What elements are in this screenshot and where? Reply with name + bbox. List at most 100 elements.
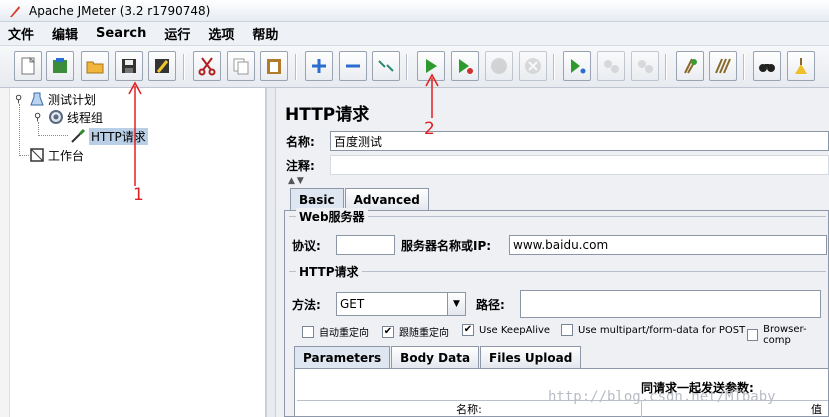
copy-button[interactable]	[227, 51, 255, 81]
remote-shutdown-icon	[638, 60, 653, 73]
annotation-arrow-2	[425, 73, 439, 118]
collapse-button[interactable]	[339, 51, 367, 81]
remote-stop-button[interactable]	[597, 51, 625, 81]
path-field[interactable]	[520, 290, 821, 318]
remote-shutdown-button[interactable]	[631, 51, 659, 81]
tree-expander[interactable]: ⚲	[34, 113, 42, 123]
option-label: Browser-comp	[763, 324, 807, 346]
collapse-icon	[346, 64, 360, 68]
reset-search-button[interactable]	[787, 51, 815, 81]
cut-button[interactable]	[193, 51, 221, 81]
search-icon	[759, 64, 775, 72]
stop-button[interactable]	[485, 51, 513, 81]
shutdown-icon	[525, 58, 541, 74]
method-label: 方法:	[292, 297, 321, 312]
menu-run[interactable]: 运行	[162, 22, 192, 45]
tab-files-upload[interactable]: Files Upload	[480, 346, 582, 368]
clear-all-button[interactable]	[709, 51, 737, 81]
paste-button[interactable]	[260, 51, 288, 81]
menu-bar: 文件 编辑 Search 运行 选项 帮助	[0, 22, 829, 46]
menu-search[interactable]: Search	[94, 24, 148, 43]
copy-icon	[233, 58, 249, 75]
split-pane-divider[interactable]	[266, 88, 276, 417]
new-icon	[21, 56, 36, 75]
option-browser-compat[interactable]: Browser-comp	[747, 324, 828, 346]
collapse-handle[interactable]: ▲▼	[288, 176, 306, 186]
name-field[interactable]: 百度测试	[330, 131, 829, 151]
save-button[interactable]	[115, 51, 143, 81]
new-button[interactable]	[14, 51, 42, 81]
server-field[interactable]: www.baidu.com	[509, 235, 827, 255]
clear-icon	[684, 58, 697, 74]
option-label: Use KeepAlive	[479, 324, 551, 336]
save-screenshot-button[interactable]	[148, 51, 176, 81]
annotation-number-1: 1	[133, 185, 144, 205]
server-label: 服务器名称或IP:	[401, 238, 492, 253]
toggle-icon	[378, 60, 394, 72]
tree-item-label: 工作台	[48, 148, 85, 163]
name-label: 名称:	[286, 134, 315, 149]
option-auto-redirect[interactable]: 自动重定向	[302, 324, 369, 339]
tree-expander[interactable]: ⚲	[15, 95, 23, 105]
title-bar: Apache JMeter (3.2 r1790748)	[0, 0, 829, 22]
tree-item-label: 测试计划	[48, 92, 97, 107]
test-plan-icon	[29, 91, 45, 107]
remote-stop-icon	[604, 60, 619, 73]
tree-scrollbar[interactable]	[0, 88, 10, 417]
tab-basic[interactable]: Basic	[290, 188, 344, 210]
checkbox[interactable]	[302, 325, 314, 338]
templates-icon	[53, 58, 67, 73]
stop-icon	[491, 58, 507, 74]
toggle-button[interactable]	[372, 51, 400, 81]
tab-body-data[interactable]: Body Data	[391, 346, 480, 368]
chevron-down-icon: ▼	[453, 299, 460, 309]
clear-button[interactable]	[676, 51, 704, 81]
tree-item-workbench[interactable]: 工作台	[29, 146, 84, 164]
option-label: 跟随重定向	[399, 328, 449, 339]
start-no-pause-button[interactable]	[451, 51, 479, 81]
parameter-tabs: Parameters Body Data Files Upload	[294, 346, 582, 368]
templates-button[interactable]	[46, 51, 74, 81]
tab-advanced[interactable]: Advanced	[344, 188, 429, 210]
checkbox[interactable]: ✔	[382, 325, 394, 338]
method-dropdown-button[interactable]: ▼	[448, 292, 466, 316]
expand-button[interactable]	[305, 51, 333, 81]
menu-edit[interactable]: 编辑	[50, 22, 80, 45]
method-select[interactable]: GET	[336, 292, 448, 316]
tree-item-test-plan[interactable]: 测试计划	[29, 90, 96, 108]
option-keepalive[interactable]: ✔ Use KeepAlive	[462, 324, 550, 336]
protocol-field[interactable]	[336, 235, 395, 255]
option-label: 自动重定向	[319, 328, 369, 339]
expand-icon	[312, 59, 326, 73]
reset-search-icon	[795, 58, 807, 74]
remote-start-icon	[571, 59, 586, 74]
thread-group-gear-icon	[48, 109, 64, 125]
workbench-icon	[29, 147, 45, 163]
menu-options[interactable]: 选项	[206, 22, 236, 45]
checkbox[interactable]	[561, 324, 573, 336]
option-follow-redirect[interactable]: ✔ 跟随重定向	[382, 324, 449, 339]
checkbox[interactable]	[747, 329, 759, 341]
tree-item-label: 线程组	[67, 110, 104, 125]
comment-field[interactable]	[330, 155, 829, 175]
remote-start-button[interactable]	[563, 51, 591, 81]
save-icon	[122, 59, 136, 73]
panel-title: HTTP请求	[285, 105, 370, 125]
start-no-pause-icon	[459, 59, 473, 74]
open-button[interactable]	[81, 51, 109, 81]
option-multipart[interactable]: Use multipart/form-data for POST	[561, 324, 745, 336]
path-label: 路径:	[476, 297, 505, 312]
jmeter-feather-icon	[10, 5, 20, 17]
shutdown-button[interactable]	[519, 51, 547, 81]
watermark: http://blog.csdn.net/MTbaby	[548, 389, 776, 405]
checkbox[interactable]: ✔	[462, 324, 474, 336]
annotation-number-2: 2	[424, 119, 435, 139]
window-title: Apache JMeter (3.2 r1790748)	[29, 3, 211, 18]
menu-file[interactable]: 文件	[6, 22, 36, 45]
annotation-arrow-1	[128, 81, 142, 186]
web-server-group-title: Web服务器	[296, 208, 368, 225]
tree-item-thread-group[interactable]: 线程组	[48, 108, 103, 126]
menu-help[interactable]: 帮助	[250, 22, 280, 45]
search-button[interactable]	[753, 51, 781, 81]
tab-parameters[interactable]: Parameters	[294, 346, 391, 368]
